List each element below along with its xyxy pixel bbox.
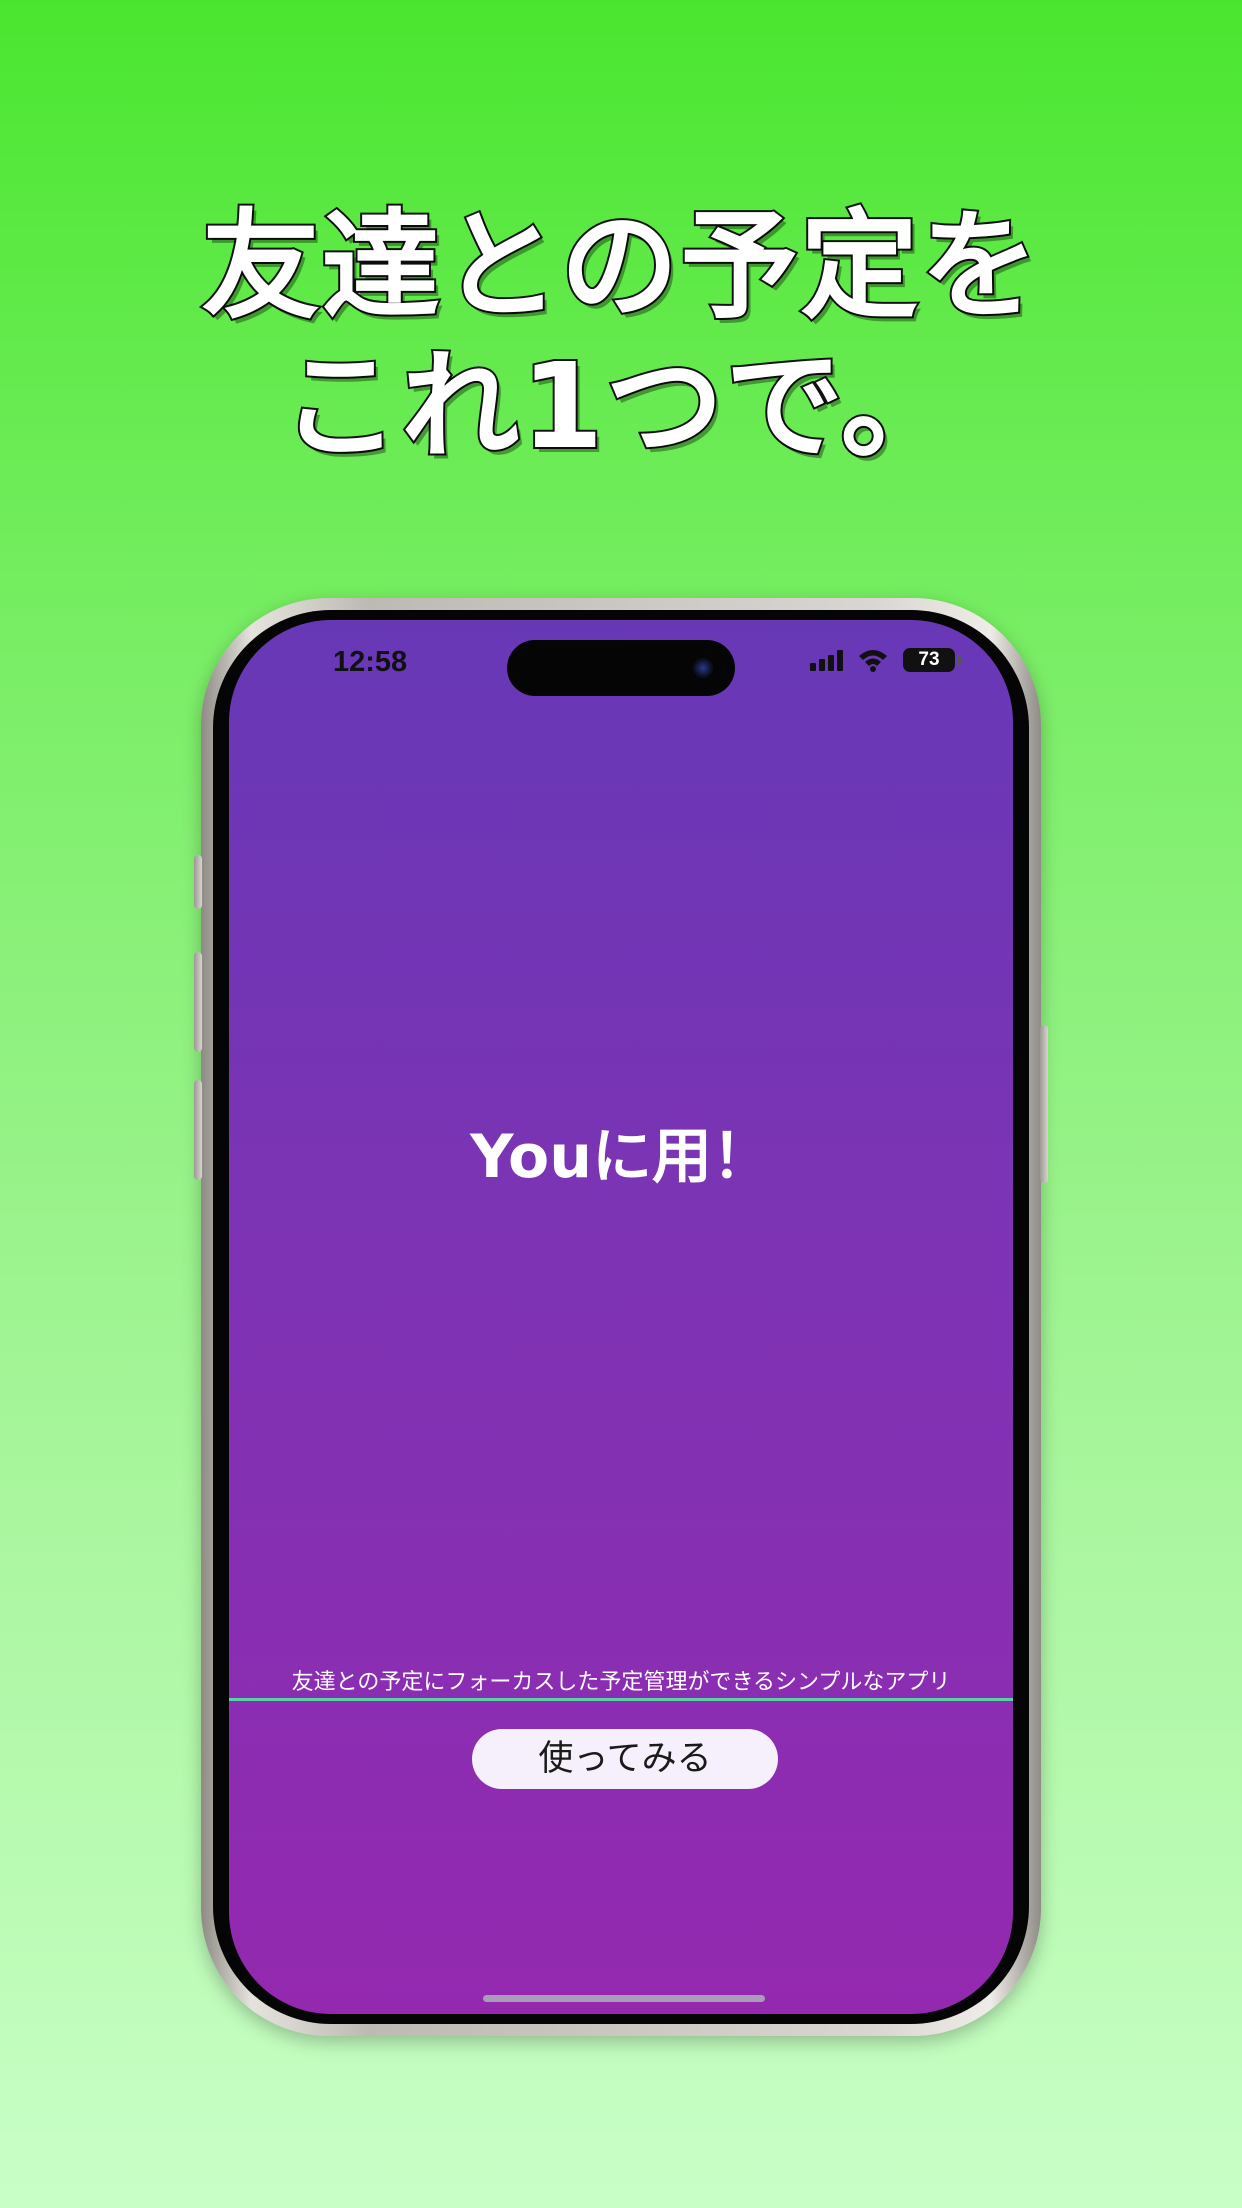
volume-down-button — [194, 1080, 202, 1180]
headline-line-1: 友達との予定を — [200, 195, 1041, 337]
description-link[interactable]: 友達との予定にフォーカスした予定管理ができるシンプルなアプリ — [229, 1664, 1013, 1701]
status-icons: 73 — [810, 648, 961, 672]
battery-icon: 73 — [903, 648, 961, 672]
try-it-button[interactable]: 使ってみる — [472, 1729, 778, 1789]
volume-up-button — [194, 952, 202, 1052]
camera-icon — [693, 658, 713, 678]
app-title: Youに用！ — [470, 1122, 772, 1192]
status-time: 12:58 — [333, 646, 408, 678]
headline-line-2: これ1つで。 — [279, 335, 961, 477]
phone-screen: 12:58 73 Youに用！ 友達との予定にフォーカスした予定管理ができるシン… — [229, 620, 1013, 2014]
dynamic-island — [507, 640, 735, 696]
cellular-signal-icon — [810, 649, 843, 671]
action-button — [194, 855, 202, 909]
home-indicator[interactable] — [483, 1995, 765, 2002]
power-button — [1040, 1025, 1048, 1183]
wifi-icon — [859, 650, 887, 672]
